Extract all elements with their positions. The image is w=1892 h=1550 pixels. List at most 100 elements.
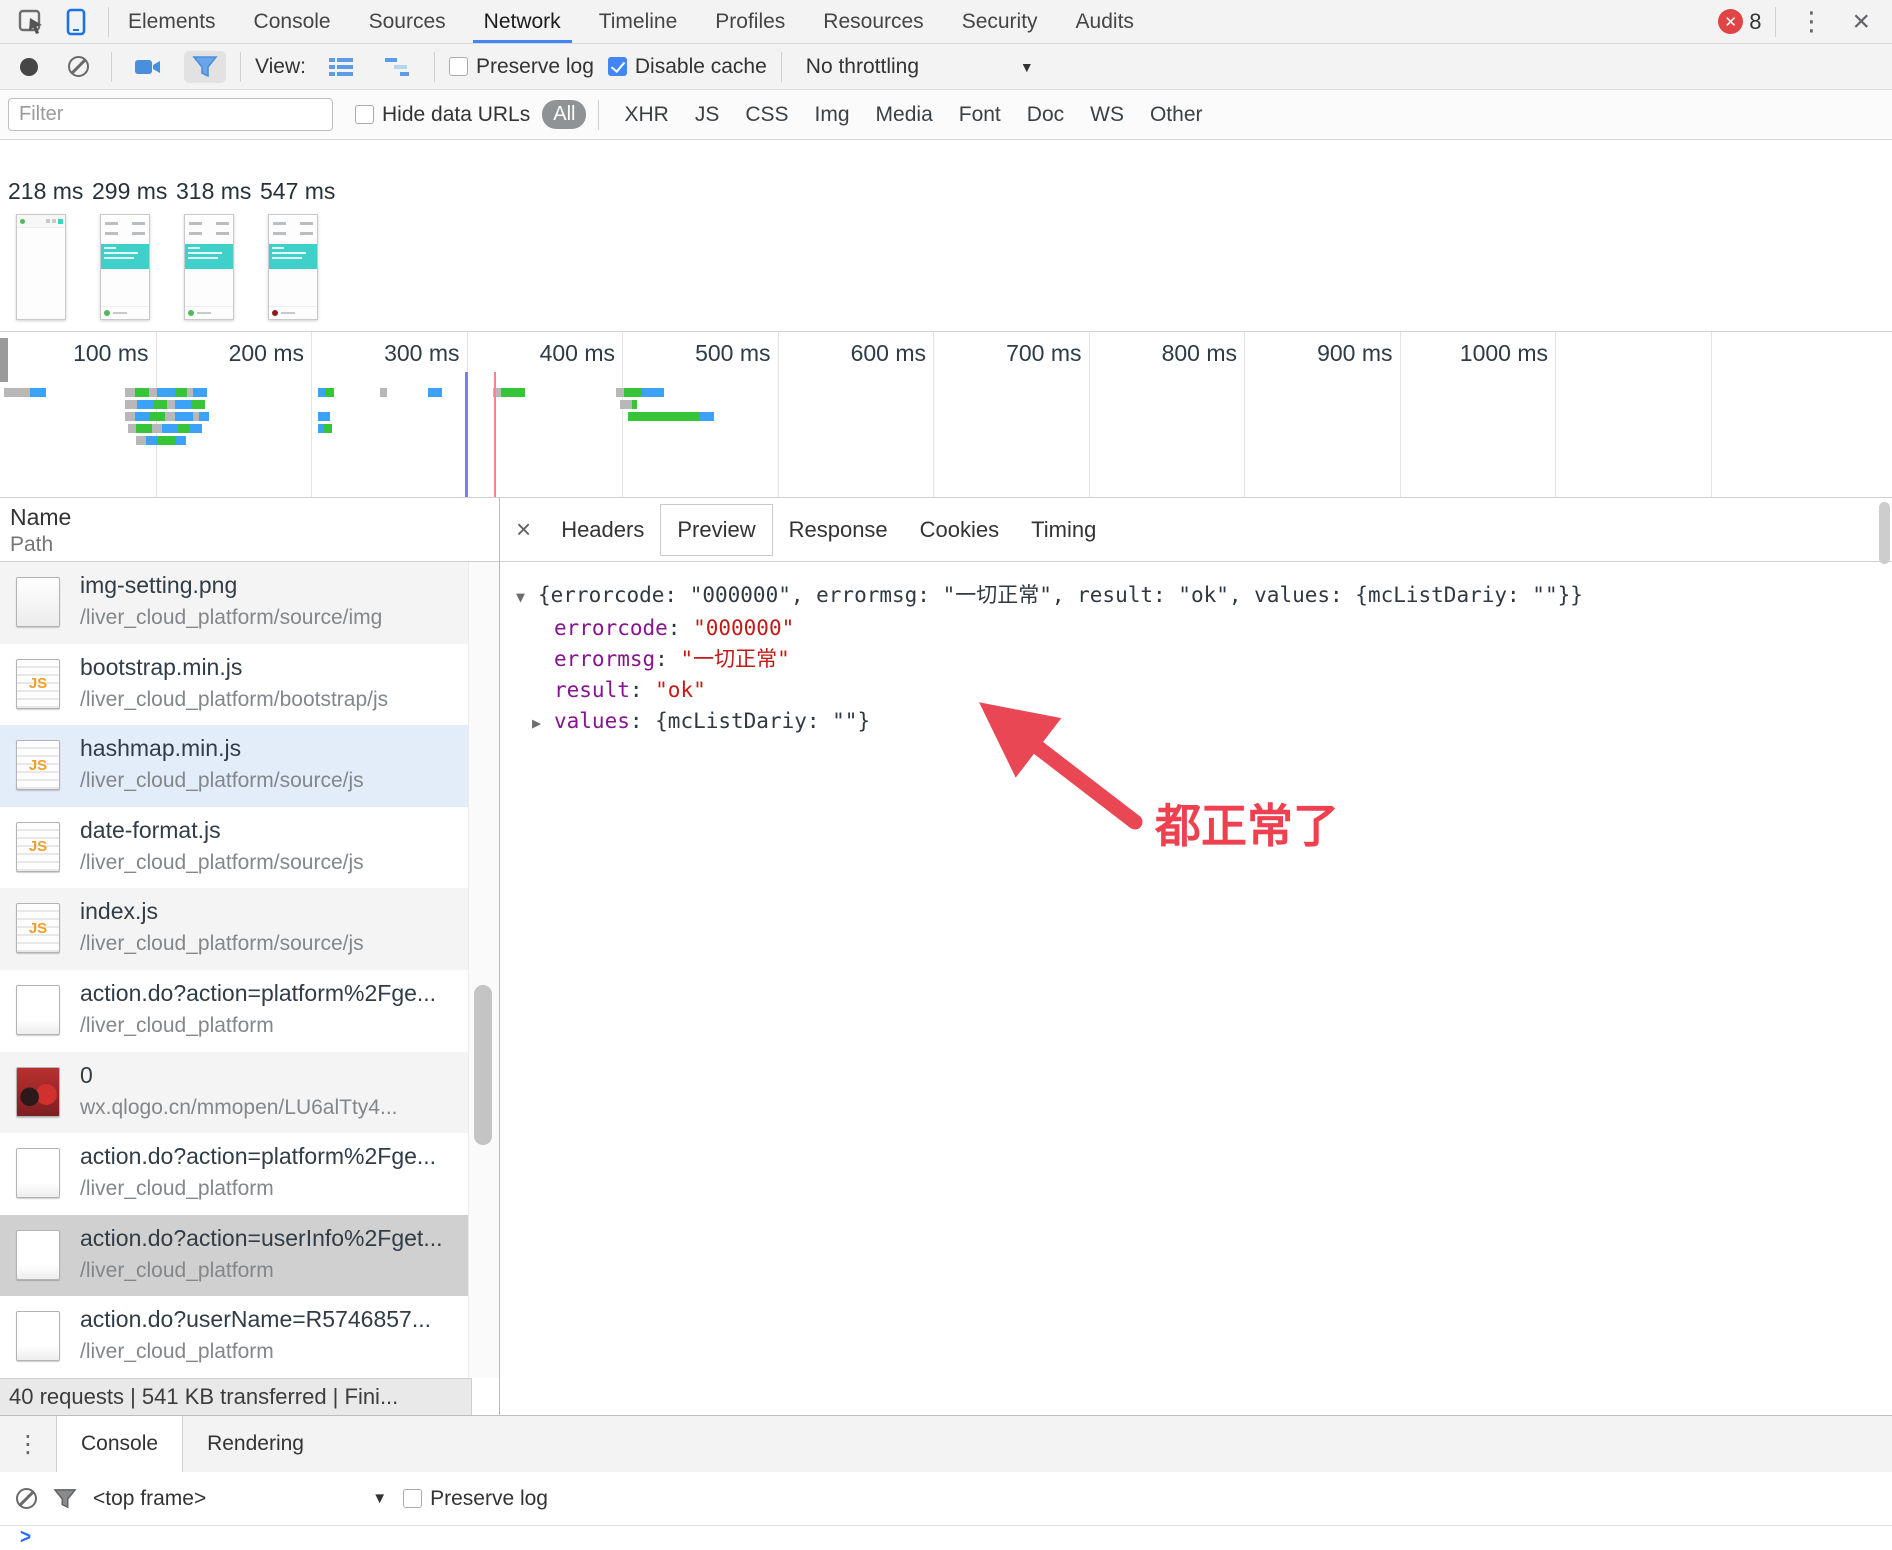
network-toolbar: View: Preserve log Disable cache No thro…: [0, 44, 1892, 90]
filmstrip-frame[interactable]: 318 ms: [176, 178, 254, 320]
execution-context-value[interactable]: <top frame>: [93, 1487, 206, 1511]
load-event-line: [494, 372, 496, 497]
clear-console-icon[interactable]: [16, 1488, 37, 1509]
request-row[interactable]: bootstrap.min.js /liver_cloud_platform/b…: [0, 644, 499, 726]
path-column-header[interactable]: Path: [10, 533, 499, 557]
request-list-scrollbar[interactable]: [468, 562, 499, 1378]
ruler-tick-label: 1000 ms: [1459, 340, 1548, 366]
screenshot-camera-icon[interactable]: [126, 53, 170, 81]
detail-tab[interactable]: Response: [773, 505, 904, 555]
filter-type-chip[interactable]: Img: [802, 103, 863, 127]
request-list-header[interactable]: Name Path: [0, 498, 499, 562]
frame-thumbnail[interactable]: [184, 214, 234, 320]
json-root-line[interactable]: ▼ {errorcode: "000000", errormsg: "一切正常",…: [516, 580, 1892, 613]
request-name: action.do?userName=R5746857...: [80, 1306, 431, 1333]
request-row[interactable]: index.js /liver_cloud_platform/source/js: [0, 888, 499, 970]
panel-tab[interactable]: Resources: [804, 0, 942, 43]
record-icon[interactable]: [20, 57, 38, 76]
more-options-icon[interactable]: ⋮: [1790, 6, 1832, 37]
filter-type-chip[interactable]: Doc: [1014, 103, 1077, 127]
panel-tab[interactable]: Profiles: [696, 0, 804, 43]
frame-thumbnail[interactable]: [268, 214, 318, 320]
error-count-badge[interactable]: ✕ 8: [1718, 9, 1761, 35]
disable-cache-checkbox[interactable]: [607, 57, 627, 76]
name-column-header[interactable]: Name: [10, 504, 499, 531]
request-row[interactable]: hashmap.min.js /liver_cloud_platform/sou…: [0, 725, 499, 807]
expanded-arrow-icon[interactable]: ▼: [516, 582, 538, 613]
waterfall-bar: [620, 400, 637, 409]
close-detail-icon[interactable]: ×: [510, 514, 545, 545]
panel-tab[interactable]: Security: [943, 0, 1057, 43]
json-summary: {errorcode: "000000", errormsg: "一切正常", …: [538, 583, 1583, 607]
collapsed-arrow-icon[interactable]: ▶: [532, 708, 554, 739]
console-preserve-log-checkbox[interactable]: [403, 1489, 423, 1508]
divider: [598, 99, 600, 130]
filmstrip-frame[interactable]: 218 ms: [8, 178, 86, 320]
drawer-tab-rendering[interactable]: Rendering: [183, 1416, 328, 1472]
preserve-log-checkbox[interactable]: [448, 57, 468, 76]
filter-input[interactable]: [8, 98, 333, 131]
request-name: hashmap.min.js: [80, 735, 242, 762]
request-row[interactable]: action.do?action=platform%2Fge... /liver…: [0, 970, 499, 1052]
panel-tab[interactable]: Network: [465, 0, 580, 43]
panel-tab[interactable]: Console: [235, 0, 350, 43]
filter-type-chip[interactable]: Media: [863, 103, 946, 127]
console-prompt[interactable]: >: [0, 1526, 1892, 1550]
filter-type-all[interactable]: All: [542, 100, 587, 129]
detail-tab[interactable]: Headers: [545, 505, 660, 555]
filter-type-chip[interactable]: Font: [946, 103, 1014, 127]
filmstrip-frame[interactable]: 299 ms: [92, 178, 170, 320]
request-row[interactable]: date-format.js /liver_cloud_platform/sou…: [0, 807, 499, 889]
scrollbar-thumb[interactable]: [474, 985, 492, 1145]
avatar-dot: [272, 310, 278, 316]
request-row[interactable]: img-setting.png /liver_cloud_platform/so…: [0, 562, 499, 644]
request-row[interactable]: action.do?action=userInfo%2Fget... /live…: [0, 1214, 499, 1297]
view-list-icon[interactable]: [320, 52, 362, 82]
waterfall-overview[interactable]: 100 ms 200 ms 300 ms 400 ms 500 ms 600 ms 700 …: [0, 332, 1892, 498]
panel-tab[interactable]: Timeline: [580, 0, 697, 43]
disable-cache-toggle[interactable]: Disable cache: [607, 55, 767, 79]
filter-type-chip[interactable]: CSS: [732, 103, 801, 127]
throttling-value: No throttling: [805, 54, 920, 78]
clear-icon[interactable]: [68, 56, 89, 77]
device-toolbar-icon[interactable]: [54, 0, 98, 43]
request-row[interactable]: action.do?userName=R5746857... /liver_cl…: [0, 1296, 499, 1377]
filter-type-chip[interactable]: Other: [1137, 103, 1216, 127]
detail-tab[interactable]: Timing: [1015, 505, 1112, 555]
panel-tabs: Elements Console Sources Network Timeline Pro…: [109, 0, 1153, 43]
overview-scrubber[interactable]: [0, 338, 8, 382]
close-devtools-icon[interactable]: ×: [1846, 5, 1876, 39]
console-filter-icon[interactable]: [53, 1488, 77, 1510]
inspect-element-icon[interactable]: [10, 0, 54, 43]
request-path: /liver_cloud_platform: [80, 1258, 274, 1282]
preserve-log-toggle[interactable]: Preserve log: [448, 55, 594, 79]
panel-tab[interactable]: Elements: [109, 0, 235, 43]
request-name: date-format.js: [80, 816, 221, 843]
filter-funnel-icon[interactable]: [184, 50, 226, 83]
hide-data-urls-checkbox[interactable]: [355, 105, 374, 124]
drawer-menu-icon[interactable]: ⋮: [0, 1416, 56, 1472]
request-name: img-setting.png: [80, 572, 238, 598]
filmstrip-frame[interactable]: 547 ms: [260, 178, 338, 320]
filmstrip: 218 ms 299 ms 318 ms 547 ms: [0, 140, 1892, 332]
request-row[interactable]: 0 wx.qlogo.cn/mmopen/LU6alTty4...: [0, 1051, 499, 1134]
view-waterfall-icon[interactable]: [376, 52, 420, 82]
detail-tab[interactable]: Preview: [660, 503, 773, 556]
console-preserve-log-toggle[interactable]: Preserve log: [403, 1487, 548, 1511]
detail-scrollbar-thumb[interactable]: [1879, 502, 1890, 564]
filter-type-chip[interactable]: WS: [1077, 103, 1137, 127]
hide-data-urls-toggle[interactable]: Hide data URLs: [355, 103, 530, 127]
filter-type-chip[interactable]: JS: [682, 103, 733, 127]
request-path: /liver_cloud_platform/source/img: [80, 606, 383, 629]
chevron-down-icon[interactable]: ▼: [372, 1490, 387, 1507]
throttling-select[interactable]: No throttling ▼: [796, 55, 1034, 79]
json-property-line[interactable]: ▶errorcode: "000000": [516, 613, 1892, 644]
drawer-tab-console[interactable]: Console: [56, 1416, 184, 1472]
filter-type-chip[interactable]: XHR: [611, 103, 681, 127]
detail-tab[interactable]: Cookies: [904, 505, 1015, 555]
panel-tab[interactable]: Audits: [1057, 0, 1153, 43]
frame-thumbnail[interactable]: [100, 214, 150, 320]
panel-tab[interactable]: Sources: [350, 0, 465, 43]
frame-thumbnail[interactable]: [16, 214, 66, 320]
request-row[interactable]: action.do?action=platform%2Fge... /liver…: [0, 1133, 499, 1215]
